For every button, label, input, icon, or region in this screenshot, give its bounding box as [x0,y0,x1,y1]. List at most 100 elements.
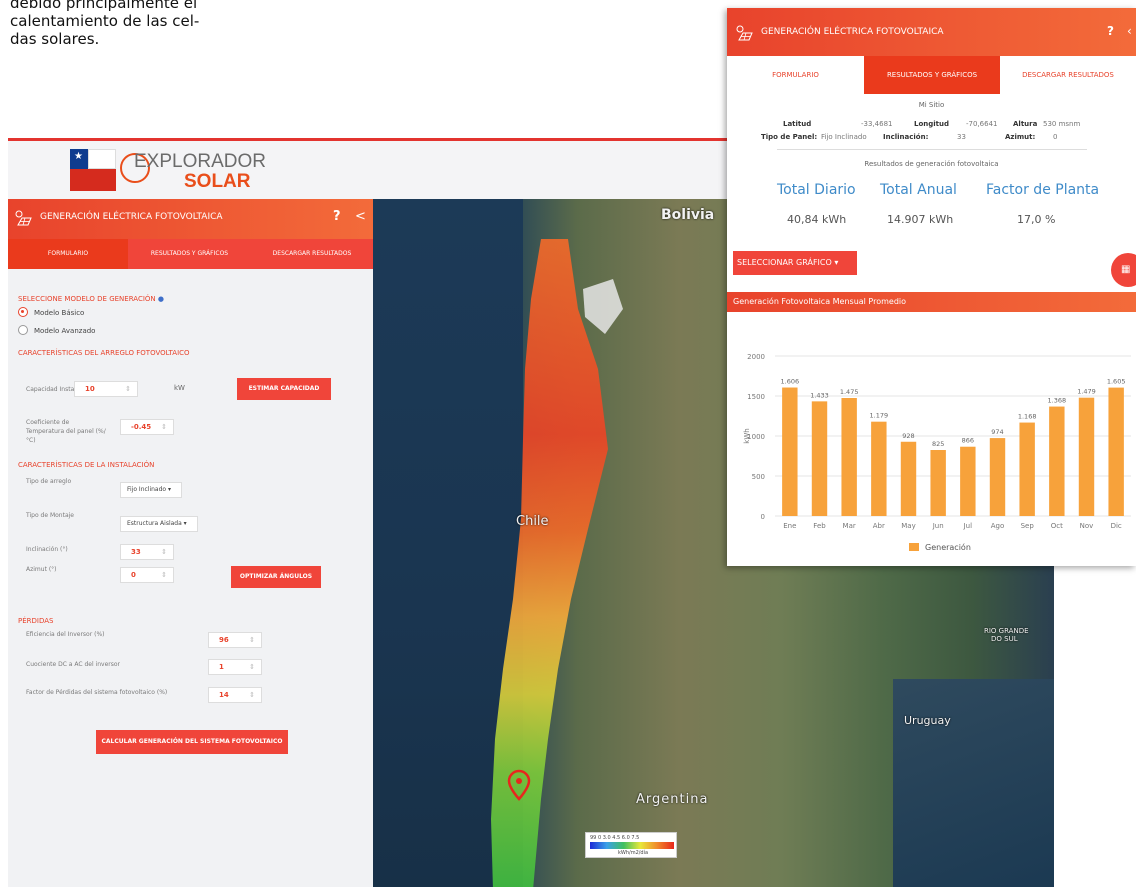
tab-formulario[interactable]: FORMULARIO [8,239,128,269]
x-tick-label: Mar [843,522,856,530]
radio-advanced-model[interactable] [18,325,28,335]
temp-coef-input[interactable]: -0.45 ⇕ [120,419,174,435]
select-chart-button[interactable]: SELECCIONAR GRÁFICO ▾ [733,251,857,275]
help-button[interactable]: ? [333,209,341,224]
grid-icon: ▦ [1121,264,1131,275]
dc-ac-label: Cuociente DC a AC del inversor [26,661,120,668]
panel-type-label: Tipo de Panel: [761,133,818,141]
calculate-generation-button[interactable]: CALCULAR GENERACIÓN DEL SISTEMA FOTOVOLT… [96,730,288,754]
tab-descargar[interactable]: DESCARGAR RESULTADOS [251,239,373,269]
panel-title-bar: GENERACIÓN ELÉCTRICA FOTOVOLTAICA ? < [8,199,373,239]
radiation-legend: 99 0 3.0 4.5 6.0 7.5 kWh/m2/día [585,832,677,858]
plant-factor-label: Factor de Planta [986,182,1100,198]
panel-type-value: Fijo Inclinado [821,133,867,141]
bar [930,450,946,516]
legend-swatch [909,543,919,551]
panel-title: GENERACIÓN ELÉCTRICA FOTOVOLTAICA [40,212,223,222]
estimate-capacity-button[interactable]: ESTIMAR CAPACIDAD [237,378,331,400]
bar [1108,387,1124,516]
y-tick-label: 1500 [747,393,765,401]
radio-advanced-label: Modelo Avanzado [34,327,96,335]
map-label-chile: Chile [516,514,549,529]
azimuth-label: Azimut (°) [26,566,57,573]
bar-value-label: 1.475 [840,388,859,396]
temp-coef-label: Coeficiente de Temperatura del panel (%/… [26,419,106,444]
map-label-uruguay: Uruguay [904,714,951,727]
tab-descargar[interactable]: DESCARGAR RESULTADOS [1000,56,1136,94]
azimuth-result-label: Azimut: [1005,133,1036,141]
capacity-unit: kW [174,384,185,392]
bar-value-label: 974 [991,428,1003,436]
monthly-generation-chart: 0500100015002000kWh1.606Ene1.433Feb1.475… [743,353,1131,552]
results-collapse-icon[interactable]: ‹ [1127,24,1132,38]
bar [871,421,887,516]
azimuth-input[interactable]: 0 ⇕ [120,567,174,583]
dc-ac-input[interactable]: 1 ⇕ [208,659,262,675]
total-daily-label: Total Diario [777,182,856,198]
array-type-label: Tipo de arreglo [26,478,72,485]
model-heading: SELECCIONE MODELO DE GENERACIÓN ● [18,295,165,303]
x-tick-label: Ago [991,522,1005,530]
tilt-result-label: Inclinación: [883,133,929,141]
solar-panel-icon [15,210,32,226]
bar-value-label: 825 [932,440,944,448]
results-tabs: FORMULARIO RESULTADOS Y GRÁFICOS DESCARG… [727,56,1136,94]
bar [1078,397,1095,516]
x-tick-label: Abr [873,522,885,530]
y-tick-label: 2000 [747,353,765,361]
map-label-bolivia: Bolivia [661,207,715,223]
array-heading: CARACTERÍSTICAS DEL ARREGLO FOTOVOLTAICO [18,349,190,357]
grid-menu-button[interactable]: ▦ [1111,253,1136,287]
map-label-do-sul: DO SUL [991,635,1018,643]
bar-value-label: 1.433 [810,391,829,399]
loss-factor-input[interactable]: 14 ⇕ [208,687,262,703]
explorador-solar-logo[interactable]: EXPLORADOR SOLAR [120,147,266,195]
form-panel: GENERACIÓN ELÉCTRICA FOTOVOLTAICA ? < FO… [8,199,373,887]
bar-value-label: 1.605 [1107,378,1126,386]
panel-tabs: FORMULARIO RESULTADOS Y GRÁFICOS DESCARG… [8,239,373,269]
tilt-result-value: 33 [957,133,966,141]
info-icon[interactable]: ● [158,295,164,303]
tab-formulario[interactable]: FORMULARIO [727,56,864,94]
bar [811,401,828,516]
bar-value-label: 866 [962,437,974,445]
y-axis-label: kWh [743,428,751,443]
inverter-eff-input[interactable]: 96 ⇕ [208,632,262,648]
bar [841,398,857,516]
x-tick-label: Sep [1021,522,1035,530]
solar-panel-icon [736,25,753,41]
results-help-button[interactable]: ? [1107,24,1114,38]
tilt-input[interactable]: 33 ⇕ [120,544,174,560]
y-tick-label: 500 [752,473,765,481]
tab-resultados[interactable]: RESULTADOS Y GRÁFICOS [864,56,1000,94]
inverter-eff-label: Eficiencia del Inversor (%) [26,631,105,638]
alt-label: Altura [1013,120,1038,128]
x-tick-label: Oct [1051,522,1063,530]
optimize-angles-button[interactable]: OPTIMIZAR ÁNGULOS [231,566,321,588]
bar-value-label: 1.606 [781,378,800,386]
x-tick-label: Jul [963,522,973,530]
collapse-button[interactable]: < [355,209,366,224]
bar-value-label: 1.168 [1018,413,1037,421]
map-label-rio-grande: RIO GRANDE [984,627,1029,635]
total-daily-value: 40,84 kWh [787,213,847,226]
x-tick-label: May [901,522,915,530]
x-tick-label: Feb [813,522,826,530]
total-annual-value: 14.907 kWh [887,213,954,226]
capacity-input[interactable]: 10 ⇕ [74,381,138,397]
article-line: das solares. [10,30,100,48]
x-tick-label: Dic [1111,522,1122,530]
government-logo: ★ [70,149,116,191]
lon-label: Longitud [914,120,950,128]
screenshot-root: debido principalmente el calentamiento d… [0,0,1136,887]
mount-select[interactable]: Estructura Aislada ▾ [120,516,198,532]
radio-basic-model[interactable] [18,307,28,317]
logo-line2: SOLAR [184,171,251,192]
article-line: calentamiento de las cel- [10,12,200,30]
array-type-select[interactable]: Fijo Inclinado ▾ [120,482,182,498]
losses-heading: PÉRDIDAS [18,617,54,625]
results-title-bar: GENERACIÓN ELÉCTRICA FOTOVOLTAICA ? ‹ [727,8,1136,56]
mount-label: Tipo de Montaje [26,512,74,519]
results-panel: GENERACIÓN ELÉCTRICA FOTOVOLTAICA ? ‹ FO… [727,8,1136,566]
tab-resultados[interactable]: RESULTADOS Y GRÁFICOS [128,239,251,269]
